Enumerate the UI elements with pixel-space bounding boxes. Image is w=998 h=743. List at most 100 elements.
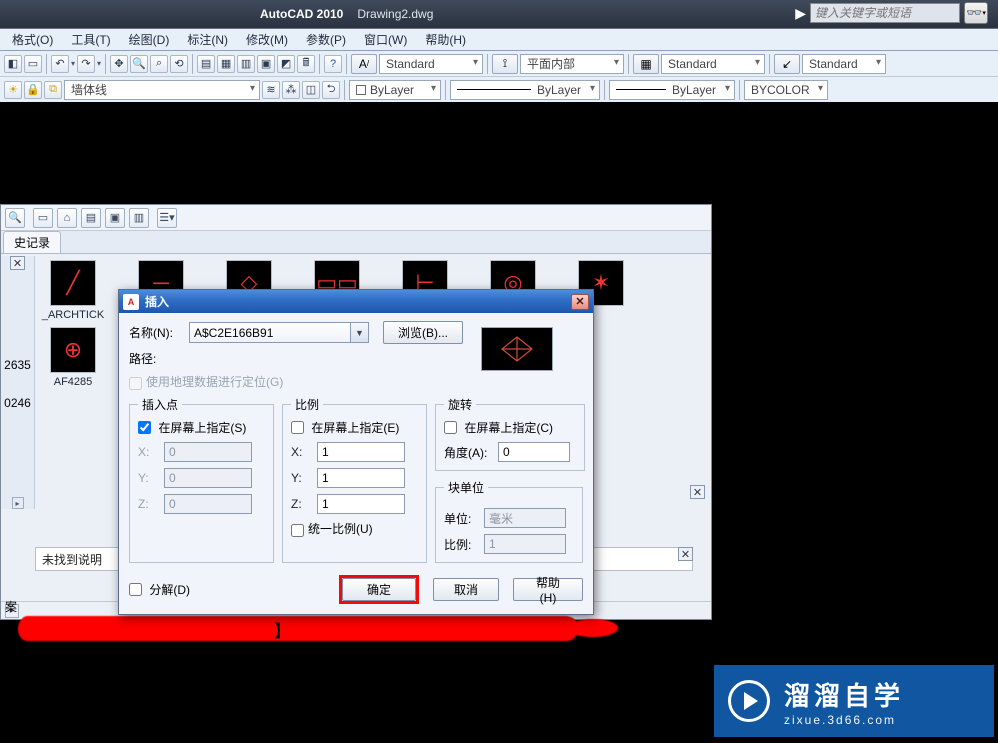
tablestyle-icon[interactable]: ▦ [633, 54, 659, 74]
dc-left-label1: 2635 [4, 358, 31, 372]
textstyle-icon[interactable]: A/ [351, 54, 377, 74]
unit-input [484, 508, 566, 528]
color-combo[interactable]: ByLayer [349, 80, 441, 100]
chevron-down-icon[interactable]: ▼ [350, 323, 368, 342]
toolpalette-icon[interactable]: ▥ [237, 55, 255, 73]
menu-modify[interactable]: 修改(M) [242, 29, 292, 50]
undo-icon[interactable]: ↶ [51, 55, 69, 73]
sx-label: X: [291, 445, 317, 459]
lineweight-combo[interactable]: ByLayer [609, 80, 735, 100]
dc-search-icon[interactable]: 🔍 [5, 208, 25, 228]
menu-help[interactable]: 帮助(H) [421, 29, 470, 50]
unitscale-input [484, 534, 566, 554]
ok-highlight: 确定 [339, 575, 419, 604]
scale-z-input[interactable] [317, 494, 405, 514]
ins-x-input [164, 442, 252, 462]
onscreen-s-checkbox[interactable] [138, 421, 151, 434]
mleaderstyle-combo[interactable]: Standard [802, 54, 886, 74]
ins-z-input [164, 494, 252, 514]
markup-icon[interactable]: ◩ [277, 55, 295, 73]
onscreen-c-label: 在屏幕上指定(C) [464, 421, 553, 435]
explode-label: 分解(D) [149, 583, 190, 597]
ok-button[interactable]: 确定 [342, 578, 416, 601]
menu-draw[interactable]: 绘图(D) [125, 29, 174, 50]
menu-format[interactable]: 格式(O) [8, 29, 57, 50]
open-icon[interactable]: ▭ [24, 55, 42, 73]
dc-left-label2: 0246 [4, 396, 31, 410]
menu-dimension[interactable]: 标注(N) [183, 29, 232, 50]
dc-pane-close1[interactable]: ✕ [690, 485, 705, 499]
layeriso-icon[interactable]: ≋ [262, 81, 280, 99]
thumb-item[interactable]: ╱ _ARCHTICK [41, 260, 105, 321]
scale-y-input[interactable] [317, 468, 405, 488]
onscreen-e-checkbox[interactable] [291, 421, 304, 434]
layerlock-icon[interactable]: 🔒 [24, 81, 42, 99]
designcenter-icon[interactable]: ▦ [217, 55, 235, 73]
unitscale-label: 比例: [444, 536, 484, 553]
dimstyle-icon[interactable]: ⟟ [492, 54, 518, 74]
dc-view-icon[interactable]: ☰▾ [157, 208, 177, 228]
watermark-title: 溜溜自学 [784, 676, 904, 713]
linetype-combo[interactable]: ByLayer [450, 80, 600, 100]
document-name: Drawing2.dwg [357, 7, 433, 21]
insert-dialog: A 插入 ✕ 名称(N): A$C2E166B91 ▼ 浏览(B)... 路径:… [118, 289, 594, 615]
dc-close-button[interactable]: ✕ [10, 256, 25, 270]
layermatch-icon[interactable]: ◫ [302, 81, 320, 99]
calc-icon[interactable]: 🖩 [297, 55, 315, 73]
dc-preview-icon[interactable]: ▣ [105, 208, 125, 228]
toolbar-properties: ☀ 🔒 ⧉ 墙体线 ≋ ⁂ ◫ ⮌ ByLayer ByLayer ByLaye… [0, 76, 998, 102]
dimstyle-combo[interactable]: 平面内部 [520, 54, 624, 74]
pan-icon[interactable]: ✥ [110, 55, 128, 73]
binoculars-icon[interactable]: 👓▾ [964, 2, 988, 24]
onscreen-s-label: 在屏幕上指定(S) [158, 421, 246, 435]
path-label: 路径: [129, 350, 189, 367]
dialog-close-button[interactable]: ✕ [571, 294, 589, 310]
search-input[interactable] [810, 3, 960, 23]
tablestyle-combo[interactable]: Standard [661, 54, 765, 74]
layer-combo[interactable]: 墙体线 [64, 80, 260, 100]
scale-x-input[interactable] [317, 442, 405, 462]
zoom-icon[interactable]: 🔍 [130, 55, 148, 73]
browse-button[interactable]: 浏览(B)... [383, 321, 463, 344]
linetype-value: ByLayer [537, 83, 581, 97]
menu-tools[interactable]: 工具(T) [67, 29, 114, 50]
redo-icon[interactable]: ↷ [77, 55, 95, 73]
dialog-title: 插入 [145, 293, 169, 310]
dc-load-icon[interactable]: ▭ [33, 208, 53, 228]
geo-checkbox [129, 377, 142, 390]
onscreen-c-checkbox[interactable] [444, 421, 457, 434]
help-icon[interactable]: ? [324, 55, 342, 73]
dc-pane-close2[interactable]: ✕ [678, 547, 693, 561]
sheetset-icon[interactable]: ▣ [257, 55, 275, 73]
layerprops-icon[interactable]: ⧉ [44, 81, 62, 99]
ins-y-input [164, 468, 252, 488]
explode-checkbox[interactable] [129, 583, 142, 596]
zoom-prev-icon[interactable]: ⟲ [170, 55, 188, 73]
menu-parametric[interactable]: 参数(P) [302, 29, 350, 50]
angle-input[interactable] [498, 442, 570, 462]
menu-window[interactable]: 窗口(W) [360, 29, 411, 50]
plotstyle-combo[interactable]: BYCOLOR [744, 80, 828, 100]
dc-desc-icon[interactable]: ▥ [129, 208, 149, 228]
dialog-titlebar[interactable]: A 插入 ✕ [119, 290, 593, 313]
properties-icon[interactable]: ▤ [197, 55, 215, 73]
dc-tab-history[interactable]: 史记录 [3, 231, 61, 253]
dc-tree-icon[interactable]: ▤ [81, 208, 101, 228]
cancel-button[interactable]: 取消 [433, 578, 499, 601]
block-name-combo[interactable]: A$C2E166B91 ▼ [189, 322, 369, 343]
dc-expand-icon[interactable]: ▸ [12, 497, 24, 509]
y-label: Y: [138, 471, 164, 485]
thumb-item[interactable]: ⊕ AF4285 [41, 327, 105, 388]
insertpoint-legend: 插入点 [138, 396, 182, 413]
dc-home-icon[interactable]: ⌂ [57, 208, 77, 228]
textstyle-combo[interactable]: Standard [379, 54, 483, 74]
mleaderstyle-icon[interactable]: ↙ [774, 54, 800, 74]
help-button[interactable]: 帮助(H) [513, 578, 583, 601]
layermore-icon[interactable]: ⁂ [282, 81, 300, 99]
zoom-window-icon[interactable]: ⌕ [150, 55, 168, 73]
new-icon[interactable]: ◧ [4, 55, 22, 73]
layerprev-icon[interactable]: ⮌ [322, 81, 340, 99]
search-start-icon[interactable]: ▶ [795, 5, 806, 22]
uniform-checkbox[interactable] [291, 524, 304, 537]
layerstate-icon[interactable]: ☀ [4, 81, 22, 99]
